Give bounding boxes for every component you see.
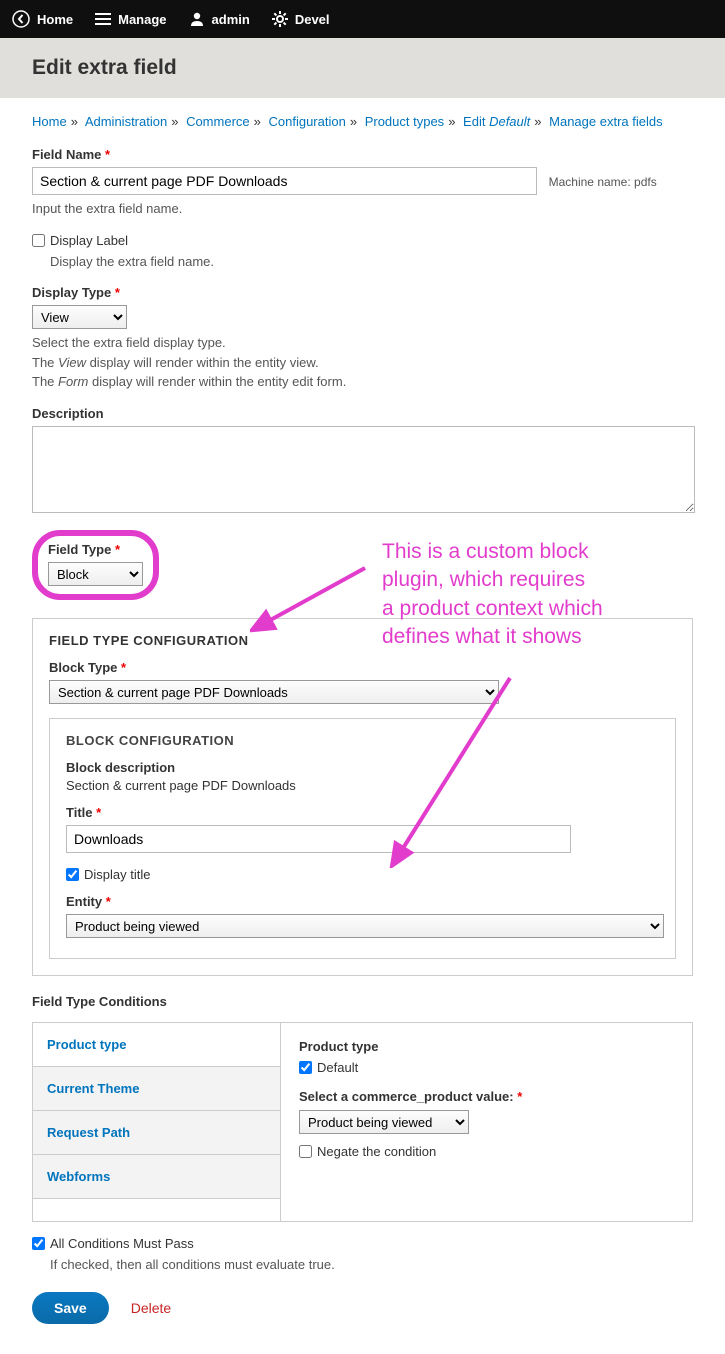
breadcrumb-edit[interactable]: Edit Default: [463, 114, 530, 129]
toolbar-home[interactable]: Home: [12, 10, 73, 28]
block-type-label: Block Type *: [49, 660, 126, 675]
field-name-help: Input the extra field name.: [32, 199, 693, 219]
display-label-text: Display Label: [50, 233, 128, 248]
hamburger-icon: [95, 12, 111, 26]
field-type-select[interactable]: Block: [48, 562, 143, 586]
toolbar-manage-label: Manage: [118, 12, 166, 27]
back-arrow-icon: [12, 10, 30, 28]
toolbar-devel[interactable]: Devel: [272, 11, 330, 27]
save-button[interactable]: Save: [32, 1292, 109, 1324]
all-conditions-help: If checked, then all conditions must eva…: [50, 1255, 693, 1275]
breadcrumb-manage-extra[interactable]: Manage extra fields: [549, 114, 662, 129]
page-header: Edit extra field: [0, 38, 725, 98]
user-icon: [189, 11, 205, 27]
panel-product-type-label: Product type: [299, 1039, 674, 1054]
title-input[interactable]: [66, 825, 571, 853]
default-checkbox[interactable]: [299, 1061, 312, 1074]
toolbar-admin[interactable]: admin: [189, 11, 250, 27]
commerce-product-select[interactable]: Product being viewed: [299, 1110, 469, 1134]
delete-link[interactable]: Delete: [131, 1300, 171, 1316]
display-label-help: Display the extra field name.: [50, 252, 693, 272]
display-type-label: Display Type *: [32, 285, 120, 300]
display-title-checkbox[interactable]: [66, 868, 79, 881]
toolbar-devel-label: Devel: [295, 12, 330, 27]
page-title: Edit extra field: [32, 56, 693, 80]
field-type-config-fieldset: FIELD TYPE CONFIGURATION Block Type * Se…: [32, 618, 693, 976]
default-label: Default: [317, 1060, 358, 1075]
all-conditions-label: All Conditions Must Pass: [50, 1236, 194, 1251]
display-label-checkbox[interactable]: [32, 234, 45, 247]
breadcrumb-config[interactable]: Configuration: [269, 114, 346, 129]
description-textarea[interactable]: [32, 426, 695, 513]
block-config-title: BLOCK CONFIGURATION: [66, 733, 659, 748]
breadcrumb-admin[interactable]: Administration: [85, 114, 167, 129]
breadcrumb: Home» Administration» Commerce» Configur…: [32, 114, 693, 129]
block-desc-value: Section & current page PDF Downloads: [66, 778, 659, 793]
field-type-config-title: FIELD TYPE CONFIGURATION: [49, 633, 676, 648]
field-type-label: Field Type *: [48, 542, 120, 557]
negate-label: Negate the condition: [317, 1144, 436, 1159]
conditions-box: Product type Current Theme Request Path …: [32, 1022, 693, 1222]
gear-icon: [272, 11, 288, 27]
field-name-input[interactable]: [32, 167, 537, 195]
conditions-tabs: Product type Current Theme Request Path …: [33, 1023, 281, 1221]
highlight-annotation: Field Type * Block: [32, 530, 159, 600]
breadcrumb-home[interactable]: Home: [32, 114, 67, 129]
entity-select[interactable]: Product being viewed: [66, 914, 664, 938]
conditions-panel: Product type Default Select a commerce_p…: [281, 1023, 692, 1221]
conditions-heading: Field Type Conditions: [32, 994, 167, 1009]
display-type-select[interactable]: View: [32, 305, 127, 329]
tab-current-theme[interactable]: Current Theme: [33, 1067, 280, 1111]
machine-name: Machine name: pdfs: [549, 175, 657, 189]
all-conditions-checkbox[interactable]: [32, 1237, 45, 1250]
admin-toolbar: Home Manage admin Devel: [0, 0, 725, 38]
field-name-label: Field Name *: [32, 147, 110, 162]
toolbar-admin-label: admin: [212, 12, 250, 27]
select-commerce-label: Select a commerce_product value: *: [299, 1089, 674, 1104]
breadcrumb-commerce[interactable]: Commerce: [186, 114, 250, 129]
entity-label: Entity *: [66, 894, 111, 909]
toolbar-manage[interactable]: Manage: [95, 12, 166, 27]
description-label: Description: [32, 406, 104, 421]
block-config-fieldset: BLOCK CONFIGURATION Block description Se…: [49, 718, 676, 959]
tab-product-type[interactable]: Product type: [33, 1023, 280, 1067]
display-type-help: Select the extra field display type. The…: [32, 333, 693, 392]
tab-request-path[interactable]: Request Path: [33, 1111, 280, 1155]
toolbar-home-label: Home: [37, 12, 73, 27]
display-title-label: Display title: [84, 867, 150, 882]
negate-checkbox[interactable]: [299, 1145, 312, 1158]
block-desc-label: Block description: [66, 760, 659, 775]
tab-webforms[interactable]: Webforms: [33, 1155, 280, 1199]
title-label: Title *: [66, 805, 101, 820]
breadcrumb-product-types[interactable]: Product types: [365, 114, 445, 129]
block-type-select[interactable]: Section & current page PDF Downloads: [49, 680, 499, 704]
